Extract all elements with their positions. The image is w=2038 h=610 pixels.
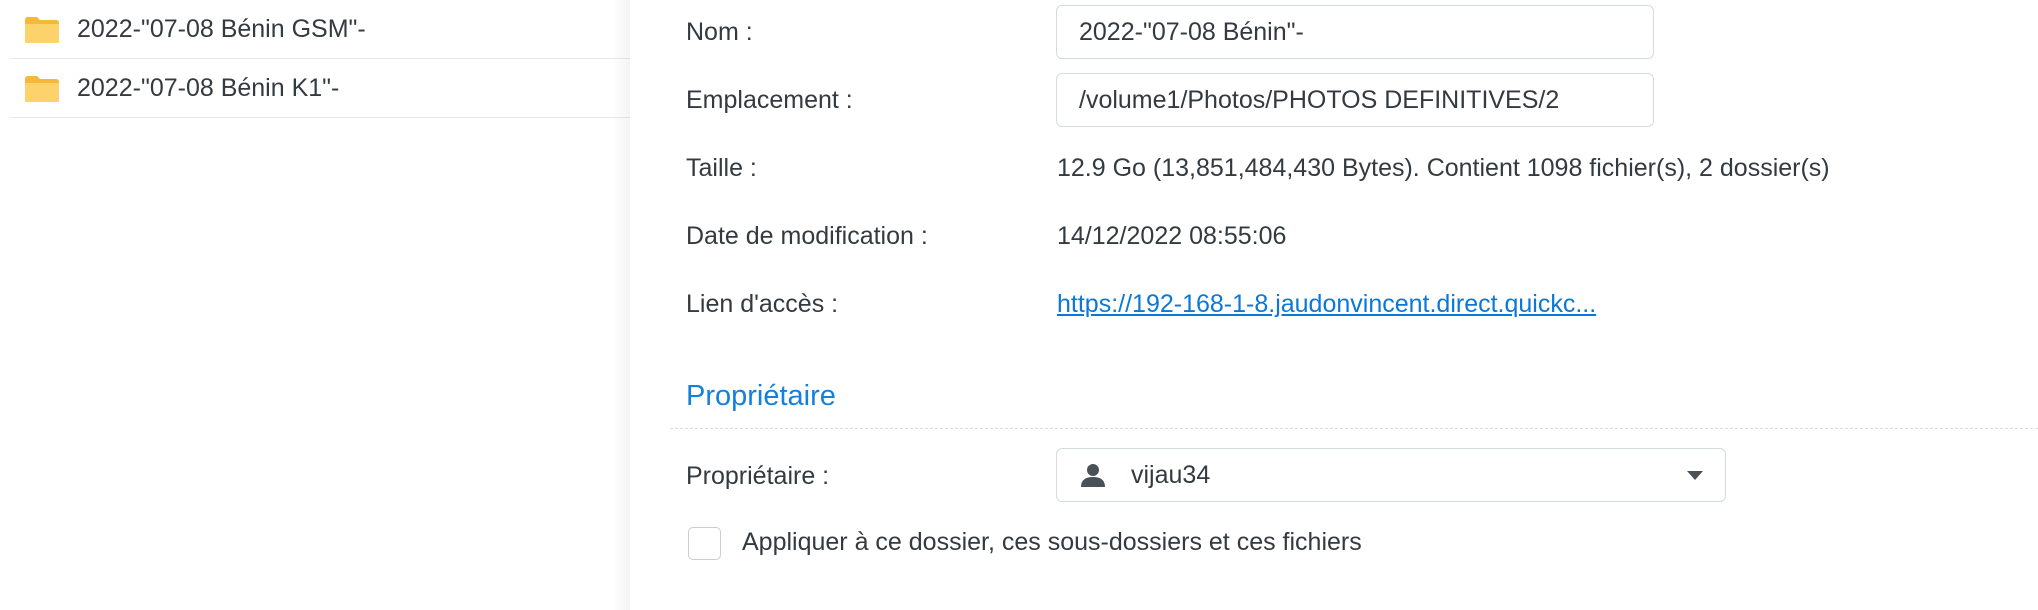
name-field-value: 2022-"07-08 Bénin"- (1079, 17, 1304, 46)
folder-icon (25, 76, 59, 102)
modified-value: 14/12/2022 08:55:06 (1057, 222, 1287, 250)
name-field[interactable]: 2022-"07-08 Bénin"- (1056, 5, 1654, 59)
file-name: 2022-"07-08 Bénin K1"- (77, 73, 340, 102)
location-label: Emplacement : (686, 86, 853, 114)
size-label: Taille : (686, 154, 757, 182)
owner-label: Propriétaire : (686, 462, 830, 490)
apply-recursive-checkbox[interactable] (688, 527, 721, 560)
owner-select[interactable]: vijau34 (1056, 448, 1726, 502)
list-item[interactable]: 2022-"07-08 Bénin GSM"- (10, 0, 640, 59)
name-label: Nom : (686, 18, 753, 46)
list-item[interactable]: 2022-"07-08 Bénin K1"- (10, 59, 640, 118)
folder-icon (25, 17, 59, 43)
location-field-value: /volume1/Photos/PHOTOS DEFINITIVES/2 (1079, 85, 1560, 114)
chevron-down-icon[interactable] (1687, 471, 1703, 480)
size-value: 12.9 Go (13,851,484,430 Bytes). Contient… (1057, 154, 1830, 182)
location-field[interactable]: /volume1/Photos/PHOTOS DEFINITIVES/2 (1056, 73, 1654, 127)
owner-select-value: vijau34 (1131, 461, 1211, 489)
access-link[interactable]: https://192-168-1-8.jaudonvincent.direct… (1057, 290, 1596, 319)
file-name: 2022-"07-08 Bénin GSM"- (77, 14, 366, 43)
apply-recursive-label[interactable]: Appliquer à ce dossier, ces sous-dossier… (742, 528, 1362, 557)
access-link-label: Lien d'accès : (686, 290, 839, 318)
section-divider (670, 428, 2038, 429)
file-list: 2022-"07-08 Bénin GSM"- 2022-"07-08 Béni… (0, 0, 640, 610)
user-icon (1081, 464, 1105, 487)
modified-label: Date de modification : (686, 222, 928, 250)
owner-section-title: Propriétaire (686, 380, 836, 412)
